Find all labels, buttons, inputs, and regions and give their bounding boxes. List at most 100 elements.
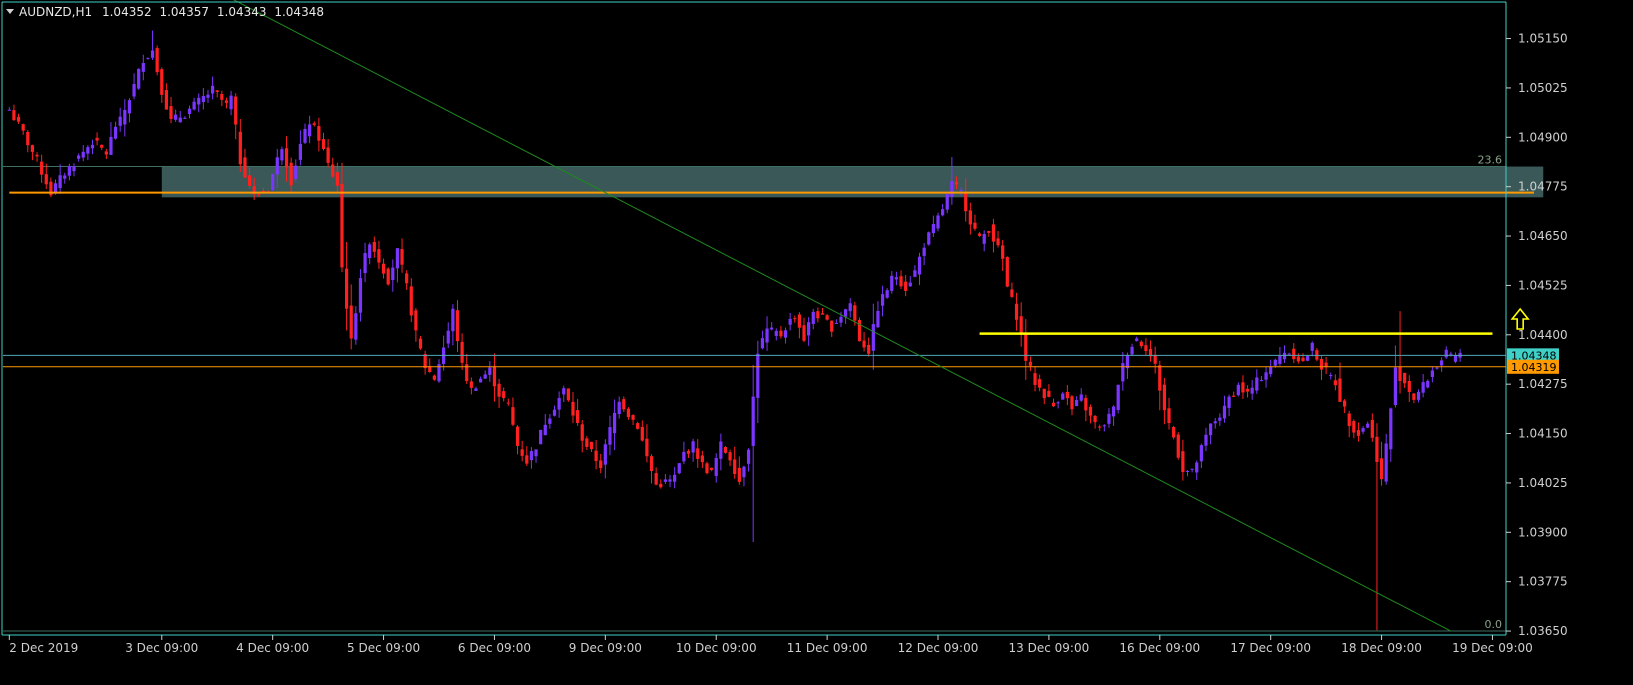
x-tick-label: 11 Dec 09:00 bbox=[787, 641, 868, 655]
candle-body bbox=[1269, 367, 1273, 375]
candle-body bbox=[405, 273, 409, 284]
candle-body bbox=[474, 388, 478, 391]
candle-body bbox=[76, 155, 81, 159]
candle-body bbox=[197, 97, 201, 105]
x-tick-label: 4 Dec 09:00 bbox=[236, 641, 309, 655]
candle-body bbox=[876, 310, 880, 328]
candle-body bbox=[1033, 373, 1037, 385]
candle-body bbox=[1375, 436, 1379, 462]
candle-body bbox=[594, 450, 598, 462]
candle-body bbox=[1245, 388, 1250, 392]
candle-body bbox=[400, 249, 404, 265]
candle-body bbox=[1319, 358, 1324, 370]
candle-body bbox=[571, 401, 575, 416]
candle-body bbox=[183, 117, 187, 119]
candle-body bbox=[492, 366, 497, 387]
x-tick-label: 5 Dec 09:00 bbox=[347, 641, 420, 655]
candle-body bbox=[1403, 372, 1407, 384]
candle-body bbox=[502, 391, 506, 399]
candle-body bbox=[603, 444, 607, 465]
candle-body bbox=[640, 427, 644, 441]
candle-body bbox=[908, 282, 912, 287]
candle-body bbox=[770, 327, 774, 330]
candle-body bbox=[686, 451, 691, 454]
candle-body bbox=[280, 149, 284, 161]
candle-body bbox=[354, 313, 358, 340]
candle-body bbox=[552, 409, 557, 416]
candle-body bbox=[1370, 420, 1374, 438]
candle-body bbox=[238, 131, 242, 165]
candle-body bbox=[1167, 408, 1171, 424]
x-tick-label: 13 Dec 09:00 bbox=[1009, 641, 1090, 655]
candle-body bbox=[617, 401, 621, 415]
candle-body bbox=[451, 308, 455, 332]
candle-body bbox=[1306, 356, 1310, 361]
candle-body bbox=[890, 275, 894, 291]
low-value: 1.04343 bbox=[217, 5, 267, 19]
candle-body bbox=[1333, 380, 1337, 386]
candle-body bbox=[853, 305, 857, 321]
candle-body bbox=[709, 467, 714, 470]
candle-body bbox=[728, 452, 732, 461]
candle-body bbox=[682, 451, 686, 462]
candle-body bbox=[945, 194, 949, 210]
candle-body bbox=[1181, 451, 1185, 473]
candle-body bbox=[1116, 384, 1120, 410]
chart-header[interactable]: AUDNZD,H1 1.04352 1.04357 1.04343 1.0434… bbox=[6, 5, 324, 19]
candle-body bbox=[580, 424, 584, 441]
trendline[interactable] bbox=[194, 0, 1452, 632]
candle-body bbox=[1088, 406, 1093, 416]
candle-body bbox=[913, 270, 917, 277]
svg-text:AUDNZD,H1 1.04352: AUDNZD,H1 1.04352 1.04357 1.04343 1.0434… bbox=[19, 5, 324, 19]
candle-body bbox=[132, 83, 136, 97]
candle-body bbox=[432, 375, 437, 380]
candle-body bbox=[86, 147, 90, 154]
candle-body bbox=[1282, 352, 1287, 360]
candle-body bbox=[1028, 361, 1033, 366]
candle-body bbox=[631, 415, 635, 420]
price-chart[interactable]: 23.6 0.0 1.05150 1.05025 1.04900 1.04775 1.04… bbox=[0, 0, 1633, 685]
overlay-layer: 23.6 0.0 bbox=[3, 0, 1535, 632]
candle-body bbox=[520, 449, 524, 456]
x-tick-label: 6 Dec 09:00 bbox=[458, 641, 531, 655]
candle-body bbox=[344, 268, 349, 309]
candle-body bbox=[1019, 316, 1023, 335]
candle-body bbox=[691, 441, 695, 453]
candle-body bbox=[779, 330, 783, 337]
candle-body bbox=[807, 322, 811, 336]
x-tick-label: 3 Dec 09:00 bbox=[125, 641, 198, 655]
candle-body bbox=[118, 116, 122, 126]
candle-body bbox=[418, 338, 423, 349]
candle-body bbox=[677, 463, 681, 474]
candle-body bbox=[756, 353, 760, 398]
candle-body bbox=[317, 126, 321, 141]
candle-body bbox=[1047, 390, 1051, 397]
candle-body bbox=[936, 215, 940, 229]
candle-body bbox=[862, 340, 866, 348]
y-tick-label: 1.04275 bbox=[1518, 377, 1568, 391]
candle-body bbox=[922, 247, 926, 256]
candle-body bbox=[414, 310, 418, 331]
arrow-up-icon[interactable] bbox=[1510, 307, 1530, 330]
candle-body bbox=[539, 429, 543, 445]
candle-body bbox=[229, 95, 233, 110]
candle-body bbox=[1398, 366, 1402, 382]
x-tick-label: 2 Dec 2019 bbox=[9, 641, 78, 655]
candle-body bbox=[996, 238, 1000, 246]
candle-body bbox=[1061, 393, 1065, 400]
candle-body bbox=[839, 316, 843, 323]
candle-body bbox=[210, 85, 215, 94]
candle-body bbox=[982, 233, 986, 244]
candle-body bbox=[224, 100, 229, 103]
candle-body bbox=[742, 466, 746, 478]
x-tick-label: 19 Dec 09:00 bbox=[1452, 641, 1533, 655]
candle-body bbox=[1125, 354, 1130, 369]
caret-down-icon[interactable] bbox=[6, 9, 14, 14]
candle-body bbox=[968, 210, 972, 225]
candle-body bbox=[12, 110, 16, 121]
candle-body bbox=[386, 268, 390, 285]
candle-body bbox=[575, 410, 580, 423]
candle-body bbox=[1232, 395, 1236, 397]
candle-body bbox=[816, 311, 820, 319]
candle-body bbox=[1222, 405, 1227, 419]
